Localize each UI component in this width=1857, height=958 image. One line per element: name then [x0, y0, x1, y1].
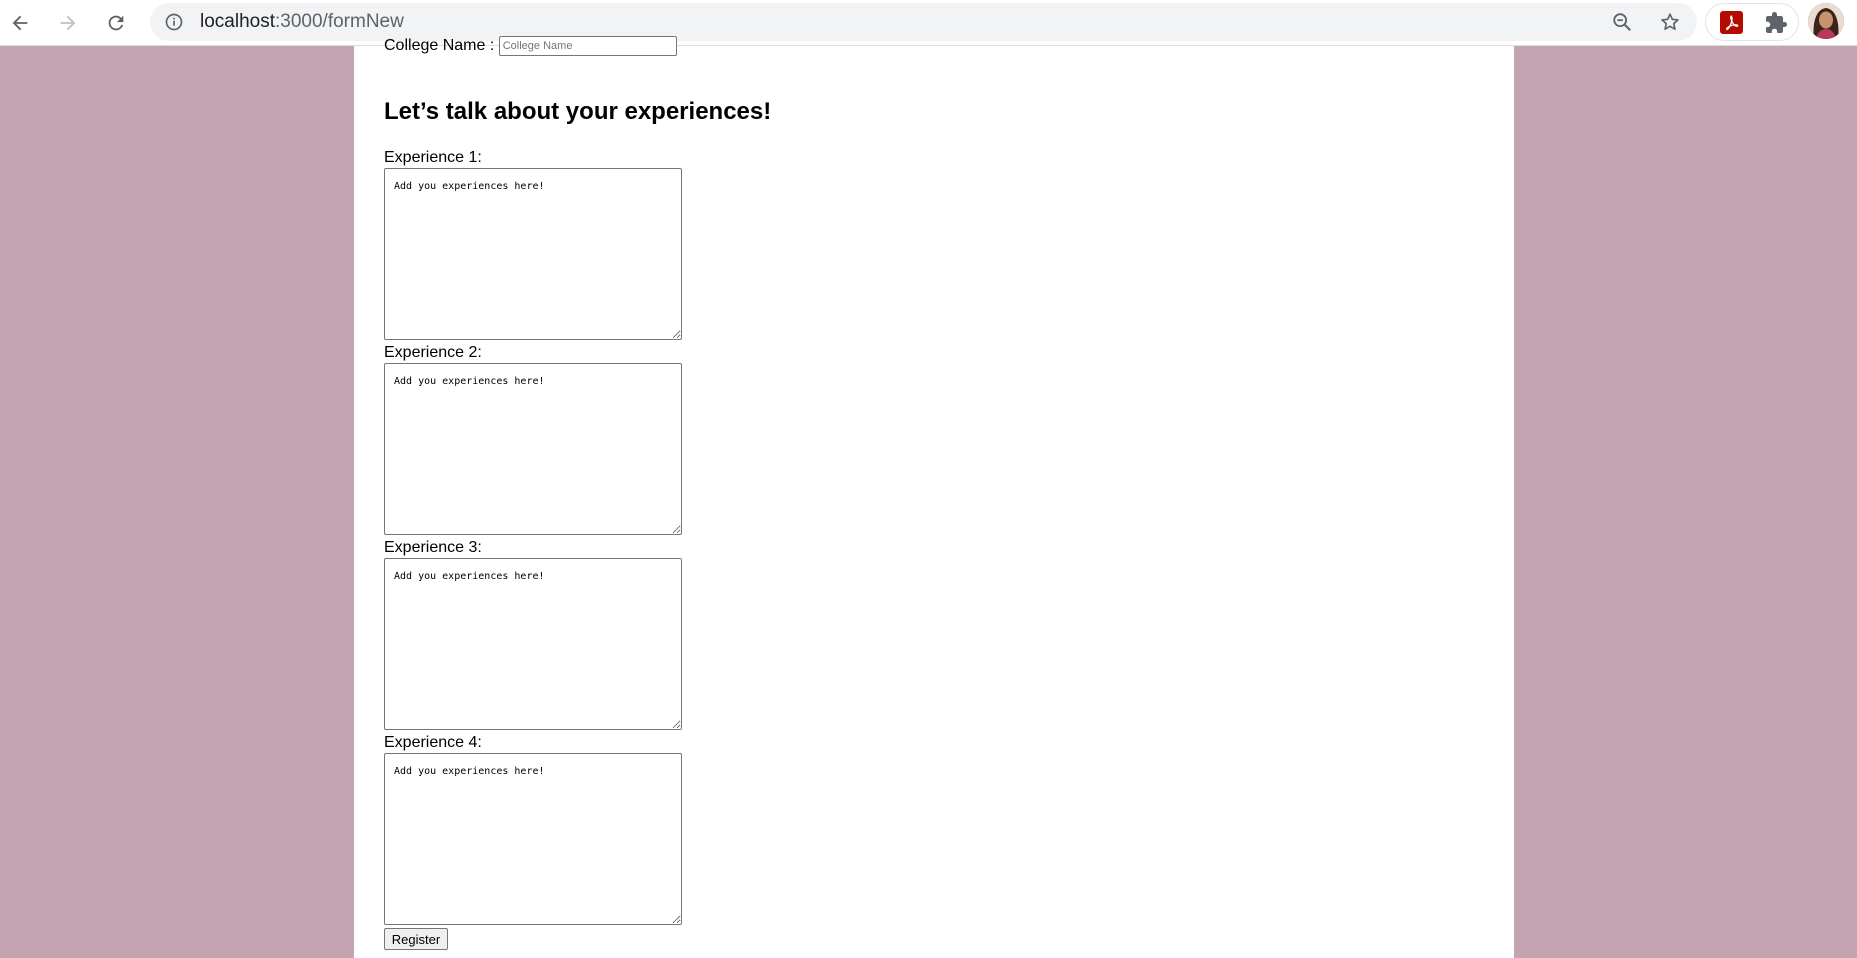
experience-2-block: Experience 2: [384, 343, 684, 535]
url-path: :3000/formNew [275, 11, 404, 32]
zoom-button[interactable] [1609, 9, 1635, 35]
bookmark-button[interactable] [1657, 9, 1683, 35]
register-button[interactable]: Register [384, 928, 448, 950]
experience-4-label: Experience 4: [384, 734, 482, 751]
acrobat-glyph-icon [1725, 15, 1739, 31]
college-name-label: College Name : [384, 37, 495, 54]
experience-4-textarea[interactable] [384, 753, 682, 925]
puzzle-icon[interactable] [1764, 11, 1788, 35]
browser-toolbar: localhost:3000/formNew [0, 0, 1857, 46]
experience-1-textarea[interactable] [384, 168, 682, 340]
star-icon [1661, 13, 1679, 30]
college-name-input[interactable] [498, 36, 677, 56]
arrow-right-icon [60, 15, 76, 31]
experience-1-label: Experience 1: [384, 149, 482, 166]
form-container: College Name : Let’s talk about your exp… [354, 36, 1514, 958]
experience-2-textarea[interactable] [384, 363, 682, 535]
experience-1-block: Experience 1: [384, 148, 684, 340]
experience-3-textarea[interactable] [384, 558, 682, 730]
url-host: localhost [200, 11, 275, 32]
url-text[interactable]: localhost:3000/formNew [200, 11, 404, 33]
college-name-row: College Name : [384, 36, 677, 56]
arrow-left-icon [12, 15, 28, 31]
avatar[interactable] [1808, 3, 1844, 39]
reload-button[interactable] [98, 5, 134, 41]
zoom-out-icon [1613, 13, 1631, 31]
forward-button[interactable] [50, 5, 86, 41]
extensions-area [1705, 3, 1799, 41]
acrobat-pdf-icon[interactable] [1720, 11, 1743, 34]
experiences-heading: Let’s talk about your experiences! [384, 98, 772, 125]
experience-3-block: Experience 3: [384, 538, 684, 730]
experience-2-label: Experience 2: [384, 344, 482, 361]
info-icon[interactable] [164, 12, 184, 32]
address-bar[interactable]: localhost:3000/formNew [150, 3, 1697, 41]
profile-picture-icon [1808, 3, 1844, 39]
experience-4-block: Experience 4: [384, 733, 684, 925]
reload-icon [108, 15, 124, 31]
back-button[interactable] [2, 5, 38, 41]
experience-3-label: Experience 3: [384, 539, 482, 556]
